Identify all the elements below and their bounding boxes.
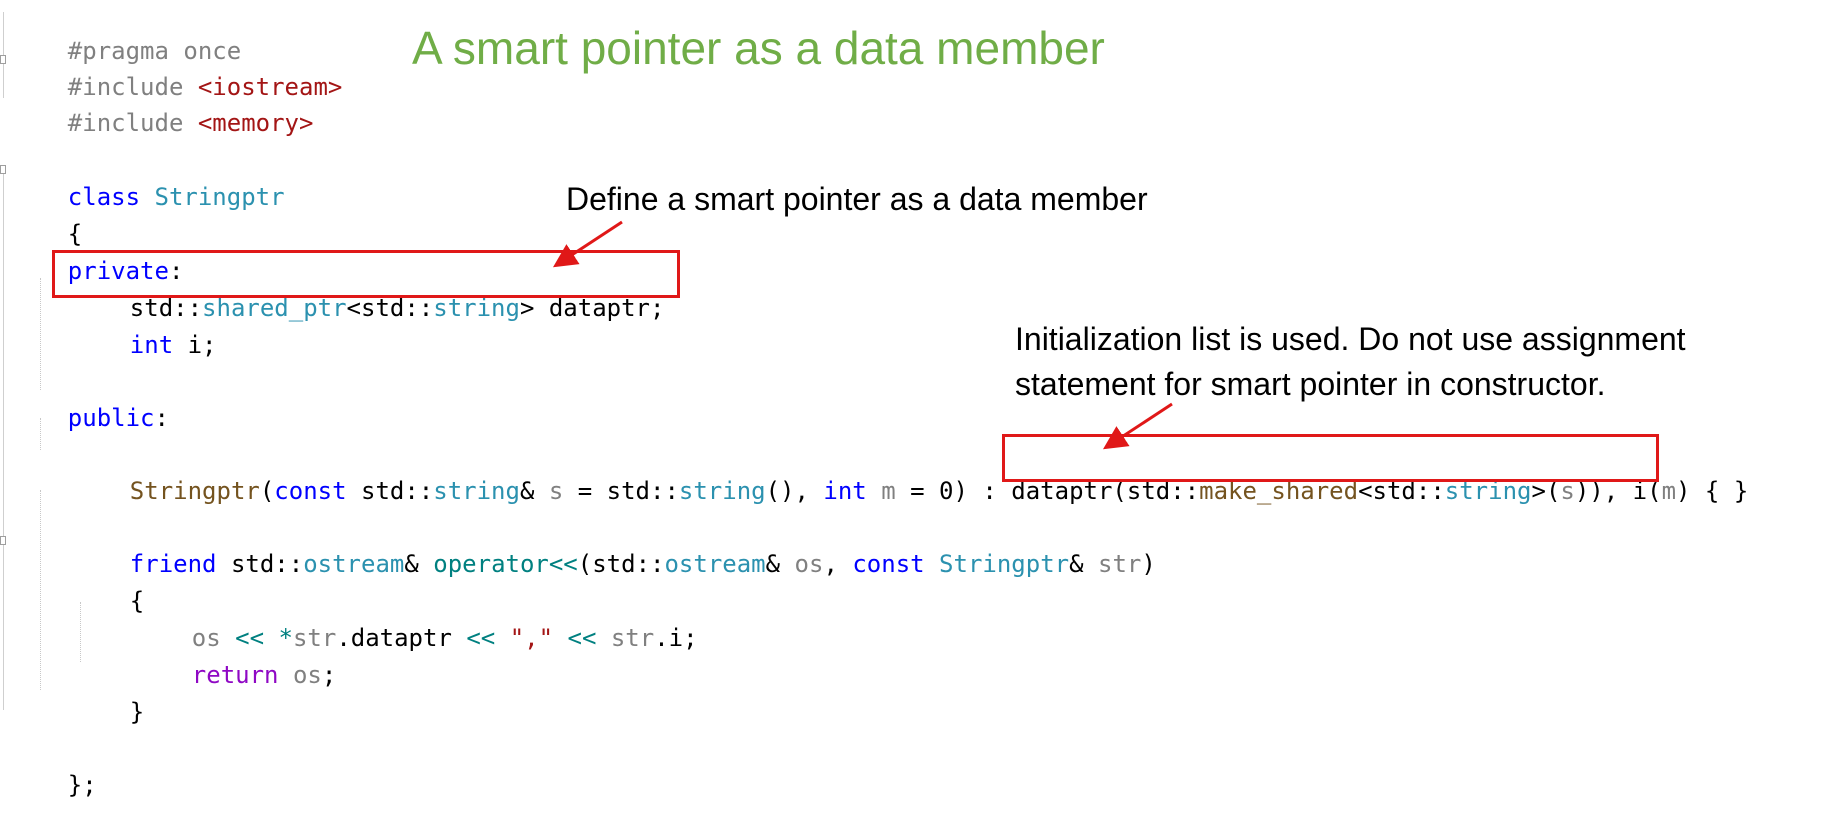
annotation-arrows	[552, 220, 1173, 450]
arrow-to-init-list	[1102, 402, 1173, 450]
slide: A smart pointer as a data member #pragma…	[0, 0, 1822, 799]
arrow-to-data-member	[552, 220, 623, 268]
